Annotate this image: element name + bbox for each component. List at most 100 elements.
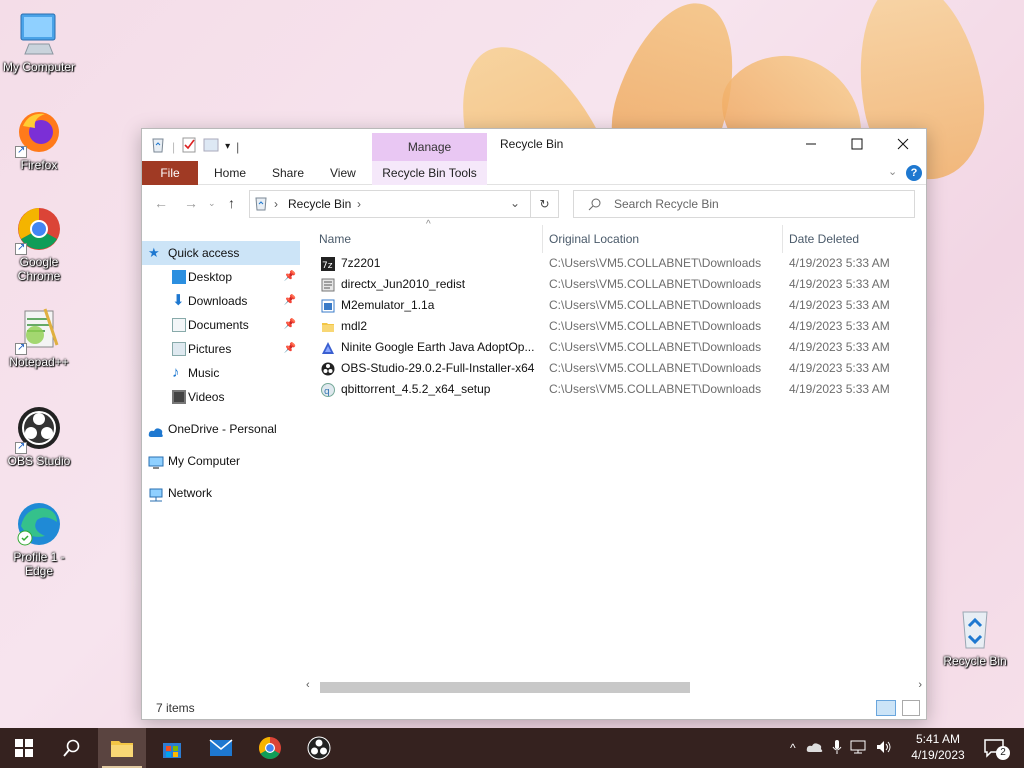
scroll-left-arrow[interactable]: ‹ [306,679,310,691]
pin-icon[interactable]: 📌 [284,313,296,337]
breadcrumb-item[interactable]: Recycle Bin [288,197,351,211]
column-separator[interactable] [542,225,543,253]
nav-label: Quick access [168,246,240,260]
help-icon[interactable]: ? [906,165,922,181]
nav-desktop[interactable]: Desktop 📌 [142,265,300,289]
folder-icon [321,320,335,334]
pin-icon[interactable]: 📌 [284,265,296,289]
desktop-icon-label: Profile 1 - Edge [13,550,65,578]
clock[interactable]: 5:41 AM 4/19/2023 [900,731,976,763]
file-name: Ninite Google Earth Java AdoptOp... [341,340,535,354]
new-folder-icon[interactable] [203,137,219,156]
show-hidden-icons-button[interactable]: ^ [790,741,796,755]
pin-icon[interactable]: 📌 [284,289,296,313]
scroll-thumb[interactable] [320,682,690,693]
chevron-down-icon[interactable]: ⌄ [510,196,520,210]
column-original-location[interactable]: Original Location [549,232,639,246]
file-row[interactable]: directx_Jun2010_redist C:\Users\VM5.COLLA… [302,274,926,295]
file-list: Name ^ Original Location Date Deleted 7z… [302,219,926,697]
desktop-icon [172,270,186,284]
close-button[interactable] [880,129,926,159]
nav-label: Network [168,486,213,500]
forward-button[interactable]: → [184,195,198,211]
column-date-deleted[interactable]: Date Deleted [789,232,859,246]
desktop-icon-recycle-bin[interactable]: Recycle Bin [937,604,1013,668]
network-tray-icon[interactable] [850,740,868,757]
videos-icon [172,390,186,404]
address-bar[interactable]: › Recycle Bin › ⌄ [249,190,531,218]
volume-icon[interactable] [876,740,894,757]
scroll-right-arrow[interactable]: › [918,679,922,691]
file-date-deleted: 4/19/2023 5:33 AM [789,298,890,312]
tab-home[interactable]: Home [202,161,258,185]
qbittorrent-icon: q [321,383,335,397]
taskbar-store[interactable] [148,728,196,768]
nav-network[interactable]: Network [142,481,300,505]
recent-locations-button[interactable]: ⌄ [208,198,216,209]
file-row[interactable]: OBS-Studio-29.0.2-Full-Installer-x64 C:\U… [302,358,926,379]
start-button[interactable] [0,728,48,768]
customize-toolbar-icon[interactable]: ▾ [225,141,230,152]
file-date-deleted: 4/19/2023 5:33 AM [789,382,890,396]
minimize-button[interactable] [788,129,834,159]
file-name: OBS-Studio-29.0.2-Full-Installer-x64 [341,361,535,375]
details-view-button[interactable] [876,700,896,716]
onedrive-tray-icon[interactable] [806,741,824,756]
horizontal-scrollbar[interactable]: ‹ › [302,679,926,695]
store-icon [163,743,181,758]
column-separator[interactable] [782,225,783,253]
properties-icon[interactable] [181,137,197,156]
pin-icon[interactable]: 📌 [284,337,296,361]
nav-quick-access[interactable]: ★ Quick access [142,241,300,265]
file-name: directx_Jun2010_redist [341,277,466,291]
taskbar-chrome[interactable] [246,728,294,768]
search-button[interactable] [48,728,96,768]
file-row[interactable]: Ninite Google Earth Java AdoptOp... C:\Us… [302,337,926,358]
nav-videos[interactable]: Videos [142,385,300,409]
tab-view[interactable]: View [318,161,368,185]
up-button[interactable]: ↑ [228,195,235,211]
desktop-icon-label: Recycle Bin [943,654,1007,668]
tab-recycle-bin-tools[interactable]: Recycle Bin Tools [372,161,487,185]
back-button[interactable]: ← [154,195,168,211]
desktop-icon-edge[interactable]: Profile 1 - Edge [1,500,77,578]
tab-manage[interactable]: Manage [372,133,487,161]
notification-center-button[interactable]: 2 [972,728,1016,768]
desktop-icon-chrome[interactable]: Google Chrome [1,205,77,283]
tab-share[interactable]: Share [260,161,316,185]
breadcrumb-separator[interactable]: › [274,197,278,211]
search-input[interactable]: Search Recycle Bin [573,190,915,218]
breadcrumb-separator[interactable]: › [357,197,361,211]
nav-my-computer[interactable]: My Computer [142,449,300,473]
file-date-deleted: 4/19/2023 5:33 AM [789,340,890,354]
tab-file[interactable]: File [142,161,198,185]
desktop-icon-firefox[interactable]: Firefox [1,108,77,172]
taskbar-file-explorer[interactable] [98,728,146,768]
desktop-icon-notepadpp[interactable]: Notepad++ [1,305,77,369]
nav-onedrive[interactable]: OneDrive - Personal [142,417,300,441]
chrome-icon [15,205,63,255]
nav-label: Videos [188,390,225,404]
desktop-icon-my-computer[interactable]: My Computer [1,10,77,74]
desktop-icon-label: Firefox [20,158,58,172]
shortcut-icon [15,241,27,255]
column-name[interactable]: Name [319,232,351,246]
explorer-window: | ▾ | Manage Recycle Bin File Home Share… [141,128,927,720]
desktop-icon-obs[interactable]: OBS Studio [1,404,77,468]
file-row[interactable]: M2emulator_1.1a C:\Users\VM5.COLLABNET\Do… [302,295,926,316]
file-row[interactable]: q qbittorrent_4.5.2_x64_setup C:\Users\VM5… [302,379,926,400]
expand-ribbon-icon[interactable]: ⌄ [888,165,897,178]
nav-music[interactable]: ♪ Music [142,361,300,385]
large-icons-view-button[interactable] [902,700,920,716]
refresh-button[interactable]: ↻ [531,190,559,218]
file-row[interactable]: mdl2 C:\Users\VM5.COLLABNET\Downloads 4/19… [302,316,926,337]
nav-downloads[interactable]: ⬇ Downloads 📌 [142,289,300,313]
microphone-icon[interactable] [832,739,842,758]
recycle-bin-small-icon[interactable] [150,137,166,156]
nav-documents[interactable]: Documents 📌 [142,313,300,337]
file-row[interactable]: 7z 7z2201 C:\Users\VM5.COLLABNET\Downloads… [302,253,926,274]
taskbar-mail[interactable] [197,728,245,768]
taskbar-obs[interactable] [295,728,343,768]
maximize-button[interactable] [834,129,880,159]
nav-pictures[interactable]: Pictures 📌 [142,337,300,361]
